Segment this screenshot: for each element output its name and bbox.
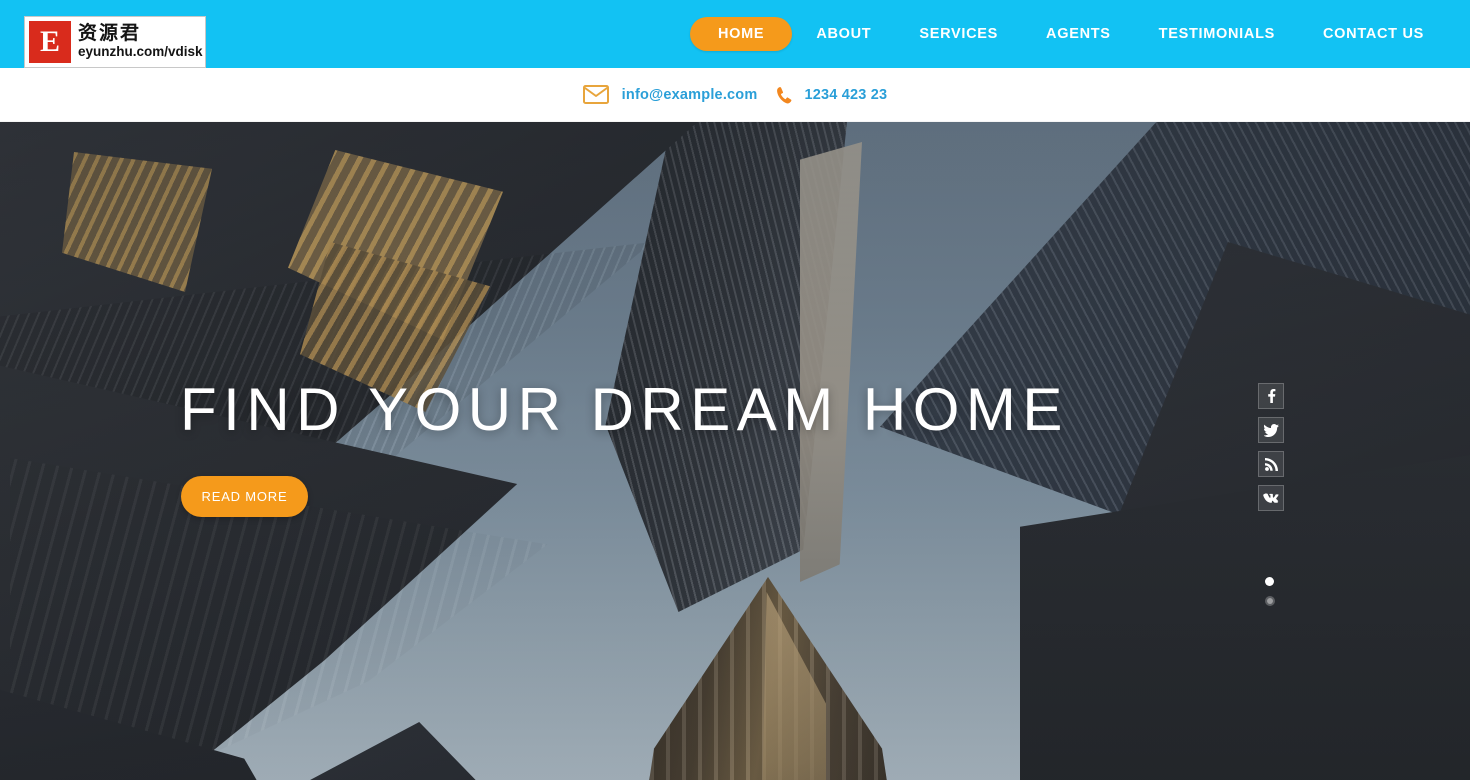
email-link[interactable]: info@example.com	[622, 87, 758, 103]
watermark-url: eyunzhu.com/vdisk	[78, 44, 203, 60]
top-navigation-bar: ity HOME ABOUT SERVICES AGENTS TESTIMONI…	[0, 0, 1470, 68]
phone-icon	[776, 86, 793, 104]
hero-headline: FIND YOUR DREAM HOME	[180, 376, 1069, 443]
watermark-badge-icon: E	[29, 21, 71, 63]
phone-group: 1234 423 23	[757, 86, 887, 104]
slider-pagination	[1265, 577, 1274, 604]
email-group: info@example.com	[582, 85, 758, 104]
watermark-text: 资源君 eyunzhu.com/vdisk	[78, 22, 203, 60]
watermark-badge-letter: E	[39, 25, 60, 58]
twitter-icon[interactable]	[1258, 417, 1284, 443]
social-links-rail	[1258, 383, 1284, 511]
nav-item-testimonials[interactable]: TESTIMONIALS	[1135, 17, 1299, 51]
nav-item-home[interactable]: HOME	[690, 17, 793, 51]
nav-item-contact-us[interactable]: CONTACT US	[1299, 17, 1448, 51]
page-root: ity HOME ABOUT SERVICES AGENTS TESTIMONI…	[0, 0, 1470, 780]
hero-banner: FIND YOUR DREAM HOME READ MORE	[0, 122, 1470, 780]
watermark-overlay: E 资源君 eyunzhu.com/vdisk	[24, 16, 206, 68]
nav-item-about[interactable]: ABOUT	[792, 17, 895, 51]
envelope-icon	[582, 85, 609, 104]
contact-info-bar: info@example.com 1234 423 23	[0, 68, 1470, 122]
watermark-chinese-label: 资源君	[78, 22, 142, 45]
facebook-icon[interactable]	[1258, 383, 1284, 409]
phone-link[interactable]: 1234 423 23	[804, 87, 887, 103]
read-more-button[interactable]: READ MORE	[181, 476, 308, 517]
nav-item-services[interactable]: SERVICES	[895, 17, 1022, 51]
slider-dot-1[interactable]	[1265, 577, 1274, 586]
rss-icon[interactable]	[1258, 451, 1284, 477]
vk-icon[interactable]	[1258, 485, 1284, 511]
main-navigation: HOME ABOUT SERVICES AGENTS TESTIMONIALS …	[690, 0, 1448, 68]
nav-item-agents[interactable]: AGENTS	[1022, 17, 1135, 51]
hero-content: FIND YOUR DREAM HOME READ MORE	[0, 122, 1470, 780]
slider-dot-2[interactable]	[1266, 598, 1273, 604]
